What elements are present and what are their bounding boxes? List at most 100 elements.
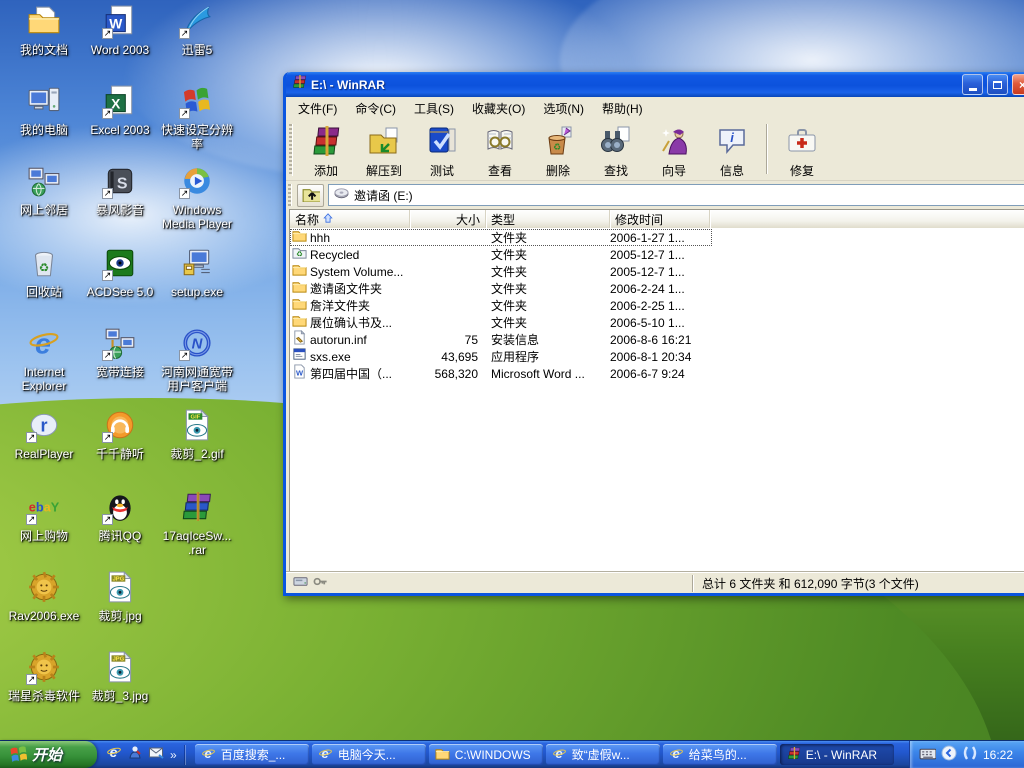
desktop-icon-caijian-2-gif[interactable]: GIF裁剪_2.gif xyxy=(157,408,237,461)
taskbar-button-winrar-e-drive[interactable]: E:\ - WinRAR xyxy=(780,744,894,765)
desktop-icon-excel-2003[interactable]: X↗Excel 2003 xyxy=(80,84,160,137)
outlook-quicklaunch-icon[interactable] xyxy=(148,744,164,765)
file-row[interactable]: sxs.exe43,695应用程序2006-8-1 20:34 xyxy=(290,348,712,365)
desktop-icon-quick-set-resolution[interactable]: ↗快速设定分辨 率 xyxy=(157,84,237,151)
sort-ascending-icon xyxy=(323,212,333,226)
file-row[interactable]: 邀请函文件夹文件夹2006-2-24 1... xyxy=(290,280,712,297)
desktop-icon-realplayer[interactable]: r↗RealPlayer xyxy=(4,408,84,461)
desktop-icon-storm-player[interactable]: S↗暴风影音 xyxy=(80,164,160,217)
menu-item[interactable]: 工具(S) xyxy=(405,97,463,120)
desktop-icon-caijian-3-jpg[interactable]: JPG裁剪_3.jpg xyxy=(80,650,160,703)
file-row[interactable]: 展位确认书及...文件夹2006-5-10 1... xyxy=(290,314,712,331)
toolbar-button-add[interactable]: 添加 xyxy=(297,121,355,178)
thunder-icon: ↗ xyxy=(180,4,214,38)
svg-text:e: e xyxy=(321,746,328,761)
rar-icon xyxy=(180,490,214,524)
ie-quicklaunch-icon[interactable]: e xyxy=(106,744,122,765)
desktop-icon-recycle-bin[interactable]: ♻回收站 xyxy=(4,246,84,299)
desktop-icon-ttplayer[interactable]: ↗千千静听 xyxy=(80,408,160,461)
taskbar-button-zhi-xujia[interactable]: e致“虚假w... xyxy=(546,744,660,765)
ttplayer-icon: ↗ xyxy=(103,408,137,442)
maximize-button[interactable] xyxy=(987,74,1008,95)
desktop-icon-setup-exe[interactable]: setup.exe xyxy=(157,246,237,299)
desktop-icon-henan-netcom-client[interactable]: N↗河南网通宽带 用户客户端 xyxy=(157,326,237,393)
toolbar-button-extract-to[interactable]: 解压到 xyxy=(355,121,413,178)
desktop-icon-acdsee-50[interactable]: ↗ACDSee 5.0 xyxy=(80,246,160,299)
desktop-icon-windows-media-player[interactable]: ↗Windows Media Player xyxy=(157,164,237,231)
toolbar-button-view[interactable]: 查看 xyxy=(471,121,529,178)
file-row[interactable]: autorun.inf75安装信息2006-8-6 16:21 xyxy=(290,331,712,348)
menu-item[interactable]: 帮助(H) xyxy=(593,97,652,120)
shortcut-arrow-icon: ↗ xyxy=(179,188,190,199)
desktop-icon-word-2003[interactable]: W↗Word 2003 xyxy=(80,4,160,57)
network-icon xyxy=(27,164,61,198)
desktop-icon-label: 网上购物 xyxy=(4,529,84,543)
menu-item[interactable]: 选项(N) xyxy=(534,97,593,120)
toolbar-button-test[interactable]: 测试 xyxy=(413,121,471,178)
toolbar-button-label: 解压到 xyxy=(366,162,402,179)
messenger-quicklaunch-icon[interactable] xyxy=(127,744,143,765)
toolbar-button-find[interactable]: 查找 xyxy=(587,121,645,178)
netcom-tray-icon[interactable] xyxy=(962,745,978,764)
desktop-icon-network-places[interactable]: 网上邻居 xyxy=(4,164,84,217)
start-button[interactable]: 开始 xyxy=(0,741,97,768)
toolbar-button-wizard[interactable]: 向导 xyxy=(645,121,703,178)
desktop-icon-rising-antivirus[interactable]: ↗瑞星杀毒软件 xyxy=(4,650,84,703)
menu-item[interactable]: 文件(F) xyxy=(289,97,346,120)
column-header-modified[interactable]: 修改时间 xyxy=(610,210,710,228)
toolbar-button-label: 删除 xyxy=(546,162,570,179)
ie-icon: e xyxy=(318,746,333,764)
desktop-icon-label: 快速设定分辨 率 xyxy=(157,123,237,151)
desktop-icon-17aqicesw-rar[interactable]: 17aqIceSw... .rar xyxy=(157,490,237,557)
hide-icons-chevron-icon[interactable] xyxy=(941,745,957,764)
file-row[interactable]: 詹洋文件夹文件夹2006-2-25 1... xyxy=(290,297,712,314)
toolbar-drag-handle[interactable] xyxy=(289,124,293,176)
file-row[interactable]: System Volume...文件夹2005-12-7 1... xyxy=(290,263,712,280)
desktop-icon-my-computer[interactable]: 我的电脑 xyxy=(4,84,84,137)
disk-status-icon[interactable] xyxy=(293,574,308,592)
file-row[interactable]: hhh文件夹2006-1-27 1... xyxy=(290,229,712,246)
quicklaunch-overflow-chevron[interactable]: » xyxy=(169,748,177,762)
file-name: 第四届中国（... xyxy=(310,366,392,382)
desktop-icon-my-documents[interactable]: 我的文档 xyxy=(4,4,84,57)
ie-icon: e xyxy=(201,746,216,764)
taskbar-button-computer-today[interactable]: e电脑今天... xyxy=(312,744,426,765)
close-button[interactable]: × xyxy=(1012,74,1024,95)
minimize-button[interactable] xyxy=(962,74,983,95)
lion-icon: ↗ xyxy=(27,650,61,684)
desktop-icon-label: Rav2006.exe xyxy=(4,609,84,623)
menu-item[interactable]: 命令(C) xyxy=(346,97,405,120)
taskbar-button-c-windows[interactable]: C:\WINDOWS xyxy=(429,744,543,765)
start-label: 开始 xyxy=(32,744,62,765)
keyboard-layout-icon[interactable] xyxy=(919,745,936,765)
toolbar-button-delete[interactable]: ♻删除 xyxy=(529,121,587,178)
address-drag-handle[interactable] xyxy=(288,184,292,206)
desktop-icon-online-shopping[interactable]: ebaY↗网上购物 xyxy=(4,490,84,543)
toolbar-button-repair[interactable]: 修复 xyxy=(773,121,831,178)
windows-flag-icon xyxy=(9,744,27,766)
desktop-icon-caijian-jpg[interactable]: JPG裁剪.jpg xyxy=(80,570,160,623)
column-header-name[interactable]: 名称 xyxy=(290,210,410,228)
desktop-icon-tencent-qq[interactable]: ↗腾讯QQ xyxy=(80,490,160,543)
taskbar-button-gei-cainiao[interactable]: e给菜鸟的... xyxy=(663,744,777,765)
column-header-type[interactable]: 类型 xyxy=(486,210,610,228)
up-directory-button[interactable] xyxy=(297,184,324,207)
taskbar-button-baidu-search[interactable]: e百度搜索_... xyxy=(195,744,309,765)
desktop-icon-rav2006-exe[interactable]: Rav2006.exe xyxy=(4,570,84,623)
title-bar[interactable]: E:\ - WinRAR × xyxy=(286,72,1024,97)
file-type: 文件夹 xyxy=(486,247,610,263)
file-row[interactable]: W第四届中国（...568,320Microsoft Word ...2006-… xyxy=(290,365,712,382)
file-row[interactable]: ♻Recycled文件夹2005-12-7 1... xyxy=(290,246,712,263)
column-header-size[interactable]: 大小 xyxy=(410,210,486,228)
computer-icon xyxy=(27,84,61,118)
address-combobox[interactable]: 邀请函 (E:) xyxy=(328,184,1024,206)
word-icon: W↗ xyxy=(103,4,137,38)
key-status-icon[interactable] xyxy=(313,574,328,592)
file-name: 邀请函文件夹 xyxy=(310,281,382,297)
desktop-icon-thunder-5[interactable]: ↗迅雷5 xyxy=(157,4,237,57)
desktop-icon-broadband-connection[interactable]: ↗宽带连接 xyxy=(80,326,160,379)
qq-icon: ↗ xyxy=(103,490,137,524)
menu-item[interactable]: 收藏夹(O) xyxy=(463,97,534,120)
toolbar-button-info[interactable]: i信息 xyxy=(703,121,761,178)
desktop-icon-internet-explorer[interactable]: eInternet Explorer xyxy=(4,326,84,393)
